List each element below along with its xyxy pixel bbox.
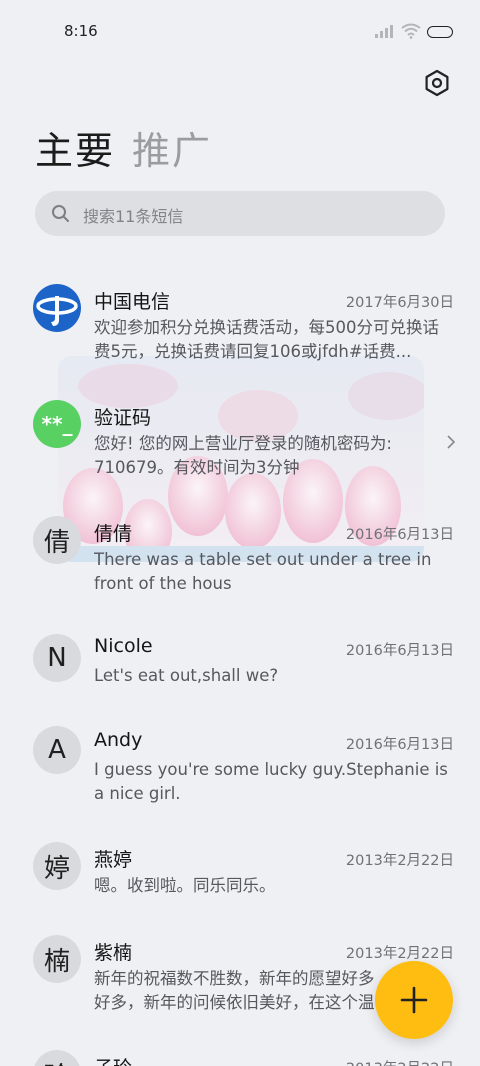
avatar: 婷 <box>33 842 81 890</box>
list-item[interactable]: N Nicole 2016年6月13日 Let's eat out,shall … <box>0 632 480 688</box>
settings-hex-icon[interactable] <box>422 68 452 98</box>
search-bar[interactable]: 搜索11条短信 <box>35 191 445 236</box>
sender-name: Nicole <box>94 635 153 657</box>
sender-name: 紫楠 <box>94 942 133 964</box>
sender-name: 倩倩 <box>94 523 133 545</box>
china-telecom-logo-icon <box>33 284 81 332</box>
message-preview: I guess you're some lucky guy.Stephanie … <box>94 760 448 803</box>
chevron-right-icon[interactable] <box>446 434 456 450</box>
avatar <box>33 284 81 332</box>
message-date: 2013年2月22日 <box>346 1057 454 1066</box>
list-item[interactable]: 倩 倩倩 2016年6月13日 There was a table set ou… <box>0 516 480 596</box>
avatar: A <box>33 726 81 774</box>
search-icon <box>52 205 69 222</box>
sender-name: 子玲 <box>94 1053 132 1066</box>
avatar: 倩 <box>33 516 81 564</box>
message-preview: 新年的祝福数不胜数，新年的愿望好多好多，新年的问候依旧美好，在这个温馨的... <box>94 969 375 1012</box>
status-bar: 8:16 <box>0 0 480 62</box>
message-preview: There was a table set out under a tree i… <box>94 550 432 593</box>
list-item[interactable]: A Andy 2016年6月13日 I guess you're some lu… <box>0 726 480 806</box>
message-preview: 嗯。收到啦。同乐同乐。 <box>94 876 276 895</box>
message-date: 2016年6月13日 <box>345 527 454 543</box>
message-date: 2016年6月13日 <box>345 643 454 659</box>
status-time: 8:16 <box>64 22 98 40</box>
sender-name: 中国电信 <box>94 291 171 313</box>
tab-promo[interactable]: 推广 <box>132 120 212 175</box>
list-item[interactable]: **_ 验证码 您好! 您的网上营业厅登录的随机密码为: 710679。有效时间… <box>0 400 480 480</box>
message-date: 2017年6月30日 <box>345 295 454 311</box>
avatar: 楠 <box>33 935 81 983</box>
message-date: 2016年6月13日 <box>345 737 454 753</box>
sender-name: Andy <box>94 729 143 751</box>
signal-icon <box>375 25 393 38</box>
search-placeholder: 搜索11条短信 <box>83 207 184 226</box>
list-item[interactable]: 中国电信 2017年6月30日 欢迎参加积分兑换话费活动，每500分可兑换话费5… <box>0 284 480 364</box>
message-preview: Let's eat out,shall we? <box>94 666 279 685</box>
compose-button[interactable] <box>375 961 453 1039</box>
avatar: 玲 <box>33 1050 81 1066</box>
sender-name: 验证码 <box>94 407 152 429</box>
message-preview: 欢迎参加积分兑换话费活动，每500分可兑换话费5元，兑换话费请回复106或jfd… <box>94 318 439 361</box>
list-item[interactable]: 婷 燕婷 2013年2月22日 嗯。收到啦。同乐同乐。 <box>0 842 480 898</box>
avatar: N <box>33 634 81 682</box>
list-item[interactable]: 玲 子玲 2013年2月22日 <box>0 1050 480 1066</box>
message-date: 2013年2月22日 <box>345 853 454 869</box>
tab-main[interactable]: 主要 <box>35 120 115 175</box>
avatar: **_ <box>33 400 81 448</box>
message-preview: 您好! 您的网上营业厅登录的随机密码为: 710679。有效时间为3分钟 <box>94 434 392 477</box>
wifi-icon <box>401 23 421 39</box>
battery-icon <box>427 26 453 38</box>
sender-name: 燕婷 <box>94 849 133 871</box>
message-date: 2013年2月22日 <box>345 946 454 962</box>
plus-icon <box>400 986 428 1014</box>
